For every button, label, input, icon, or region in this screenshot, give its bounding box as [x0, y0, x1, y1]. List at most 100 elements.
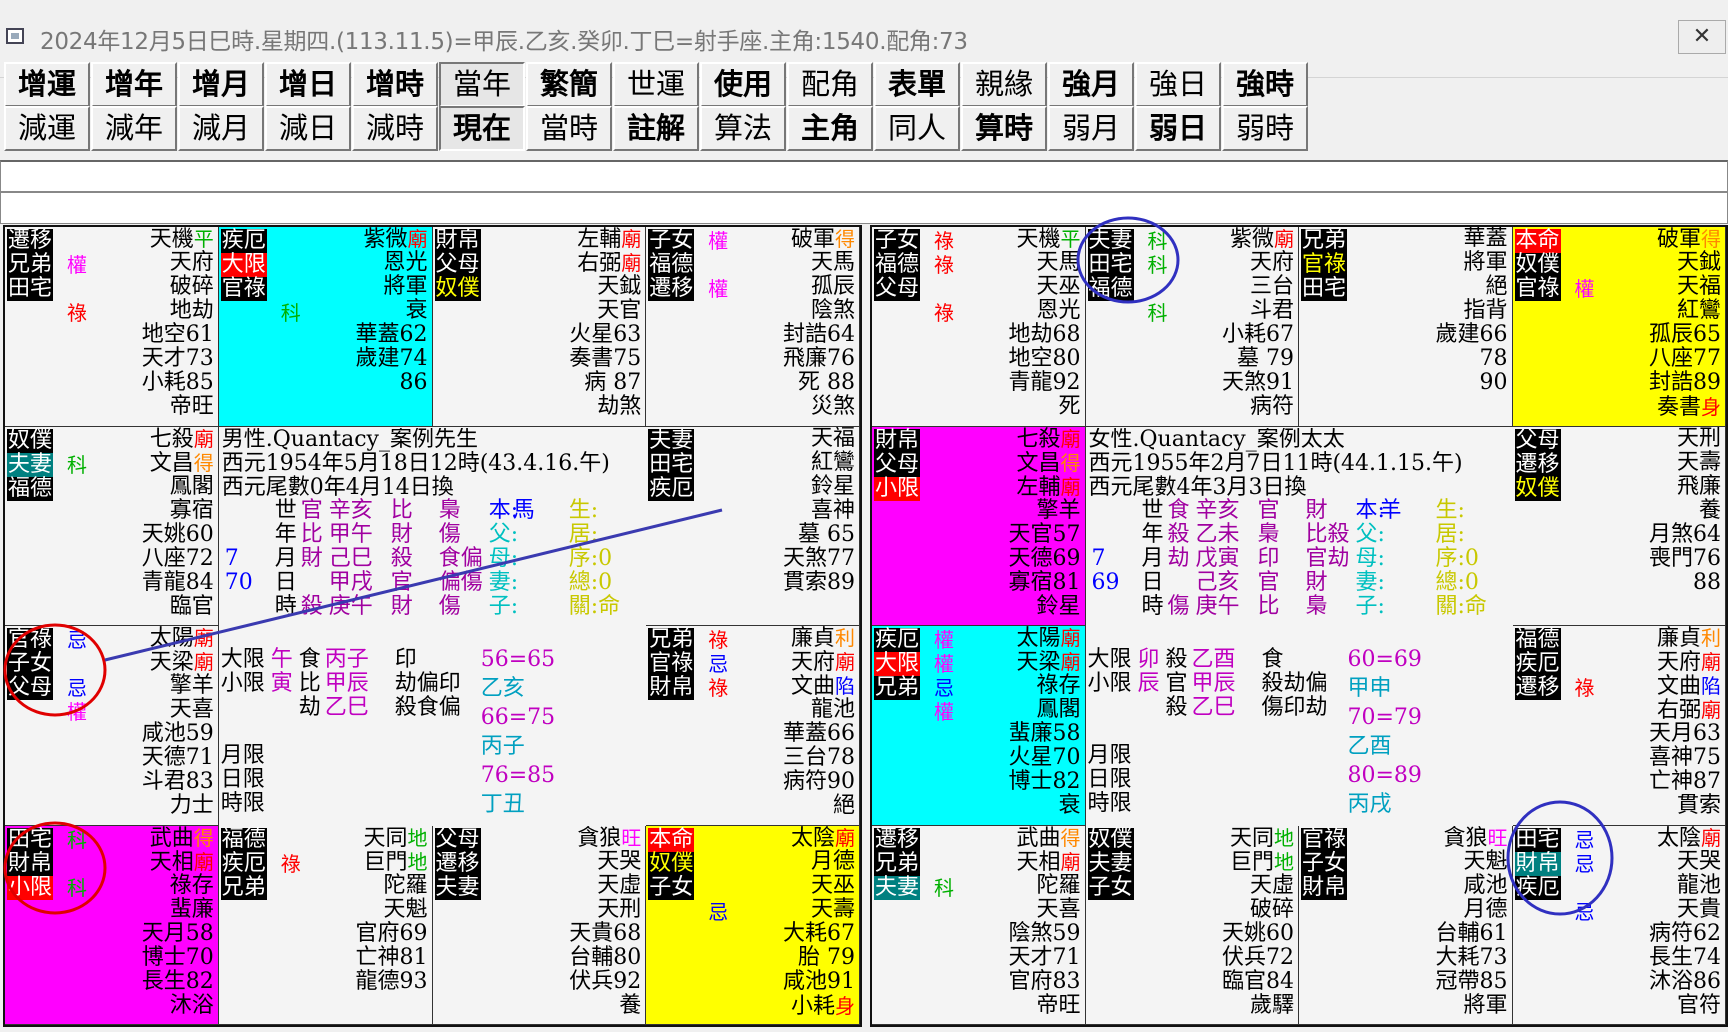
palace-name: 夫妻	[1087, 229, 1143, 253]
toolbar-button[interactable]: 算時	[961, 106, 1047, 151]
palace-cell[interactable]: 夫妻 田宅 福德科科科紫微廟 天府 三台 斗君 小耗67 墓 79 天煞91 病符	[1085, 227, 1299, 427]
toolbar-button[interactable]: 配角	[787, 62, 873, 107]
toolbar-button[interactable]: 繁簡	[526, 62, 612, 107]
toolbar-button[interactable]: 世運	[613, 62, 699, 107]
star-row: 祿存	[1009, 674, 1080, 698]
palace-cell[interactable]: 疾厄 大限 官祿科 紫微廟 恩光 將軍衰華蓋62 歲建74 86	[218, 227, 433, 427]
palace-name-text: 遷移	[648, 276, 695, 301]
toolbar-button[interactable]: 減運	[4, 106, 90, 151]
star-row: 月德	[783, 849, 855, 874]
star-name: 紫微	[363, 227, 408, 252]
star-name: 喜神	[810, 497, 855, 523]
star-name: 鳳閣	[1036, 697, 1081, 722]
toolbar-button[interactable]: 弱時	[1222, 106, 1308, 151]
pillar-cell: 財	[390, 521, 413, 547]
palace-cell[interactable]: 父母 遷移 奴僕 天刑 天壽 飛廉養月煞64 喪門76 88	[1512, 426, 1726, 626]
star-row: 封誥89	[1649, 371, 1721, 395]
star-row: 墓 79	[1222, 347, 1294, 371]
toolbar-button[interactable]: 算法	[700, 106, 786, 151]
pillar-cell: 比	[300, 521, 323, 547]
star-name: 青龍92	[1008, 370, 1081, 395]
toolbar-button[interactable]: 註解	[613, 106, 699, 151]
transform-tags: 科科科	[1146, 229, 1170, 325]
star-row: 紫微廟	[356, 227, 427, 252]
toolbar-button[interactable]: 主角	[787, 106, 873, 151]
palace-name: 遷移	[648, 277, 703, 301]
toolbar-button[interactable]: 增日	[265, 62, 351, 107]
star-row: 八座72	[142, 546, 214, 571]
palace-cell[interactable]: 夫妻 田宅 疾厄 天福 紅鸞 鈴星 喜神墓 65 天煞77 貫索89	[646, 426, 860, 626]
toolbar-button[interactable]: 增運	[4, 62, 90, 107]
toolbar-button[interactable]: 表單	[874, 62, 960, 107]
star-row: 天官	[569, 299, 641, 323]
toolbar-button[interactable]: 增年	[91, 62, 177, 107]
star-name: 亡神87	[1649, 769, 1721, 794]
palace-cell[interactable]: 奴僕 夫妻 福德科 七殺廟 文昌得 鳳閣 寡宿 天姚60 八座72 青龍84 臨官	[5, 426, 219, 626]
palace-cell[interactable]: 田宅 財帛 疾厄忌忌忌太陰廟 天哭 龍池 天貴 病符62 長生74 沐浴86 官符	[1512, 825, 1726, 1025]
toolbar-button[interactable]: 使用	[700, 62, 786, 107]
toolbar-button[interactable]: 減時	[352, 106, 438, 151]
input-line-1[interactable]	[0, 160, 1728, 192]
transform-tag: 忌	[708, 899, 729, 924]
palace-cell[interactable]: 父母 遷移 夫妻 貪狼旺 天哭 天虛 天刑 天貴68 台輔80 伏兵92 養	[432, 825, 647, 1025]
palace-cell[interactable]: 兄弟 官祿 田宅 華蓋 將軍絕指背 歲建66 78 90	[1299, 227, 1513, 427]
palace-cell[interactable]: 遷移 兄弟 夫妻科 武曲得 天相廟 陀羅 天喜 陰煞59 天才71 官府83 帝旺	[872, 825, 1086, 1025]
palace-cell[interactable]: 財帛 父母 小限 七殺廟 文昌得 左輔廟 擎羊 天官57 天德69 寡宿81 鈴星	[872, 426, 1086, 626]
star-row: 天巫	[783, 873, 855, 898]
palace-cell[interactable]: 子女 福德 父母祿祿祿天機平 天馬 天巫 恩光 地劫68 地空80 青龍92 死	[872, 227, 1086, 427]
input-line-2[interactable]	[0, 192, 1728, 224]
star-name: 左輔	[1016, 474, 1061, 500]
toolbar-button[interactable]: 現在	[439, 106, 525, 151]
palace-cell[interactable]: 兄弟 官祿 財帛祿忌祿 廉貞利 天府廟 文曲陷 龍池 華蓋66 三台78 病符90 絕	[646, 626, 860, 826]
star-name: 天壽	[810, 896, 855, 922]
life-label: 總:0	[568, 569, 613, 595]
palace-cell[interactable]: 本命 奴僕 子女忌 太陰廟 月德 天巫 天壽 大耗67 胎 79 咸池91 小耗身	[646, 825, 860, 1025]
toolbar-button[interactable]: 親緣	[961, 62, 1047, 107]
palace-labels: 父母 遷移 夫妻	[434, 827, 490, 900]
star-row: 台輔61	[1436, 921, 1508, 946]
palace-cell[interactable]: 福德 疾厄 兄弟祿 天同地 巨門地 陀羅 天魁 官府69 亡神81 龍德93	[218, 825, 433, 1025]
star-row: 紅鸞	[1649, 299, 1721, 323]
palace-cell[interactable]: 子女 福德 遷移權權破軍得 天馬 孤辰 陰煞 封誥64 飛廉76 死 88 災煞	[646, 227, 860, 427]
toolbar-button[interactable]: 減日	[265, 106, 351, 151]
toolbar-button[interactable]: 當年	[439, 62, 525, 107]
star-name: 喜神75	[1649, 745, 1721, 770]
palace-cell[interactable]: 奴僕 夫妻 子女 天同地 巨門地 天虛 破碎 天姚60 伏兵72 臨官84 歲驛	[1085, 825, 1299, 1025]
toolbar-button[interactable]: 強月	[1048, 62, 1134, 107]
palace-labels: 遷移 兄弟 田宅	[7, 229, 62, 301]
star-brightness: 廟	[1701, 698, 1721, 722]
palace-cell[interactable]: 遷移 兄弟 田宅權祿天機平 天府 破碎 地劫 地空61 天才73 小耗85 帝旺	[5, 227, 219, 427]
star-row: 天巫	[1009, 275, 1080, 299]
close-button[interactable]: ✕	[1678, 20, 1726, 54]
decade-range: 56=65	[480, 647, 556, 672]
palace-name: 財帛	[7, 851, 62, 876]
palace-cell[interactable]: 本命 奴僕 官祿權 破軍得 天鉞 天福 紅鸞 孤辰65 八座77 封誥89 奏書身	[1512, 227, 1726, 427]
toolbar-button[interactable]: 弱月	[1048, 106, 1134, 151]
star-name: 天官57	[1008, 521, 1081, 547]
toolbar-button[interactable]: 增月	[178, 62, 264, 107]
star-list: 天同地 巨門地 天虛 破碎 天姚60 伏兵72 臨官84 歲驛	[1222, 826, 1294, 1018]
toolbar: 增運 增年 增月 增日 增時 當年 繁簡 世運 使用 配角 表單 親緣 強月 強日 強時減運 減年 減月 減日 減時…	[0, 62, 1442, 158]
toolbar-button[interactable]: 弱日	[1135, 106, 1221, 151]
star-row: 災煞	[783, 395, 855, 419]
toolbar-button[interactable]: 強日	[1135, 62, 1221, 107]
star-row: 指背	[1436, 299, 1507, 323]
toolbar-button[interactable]: 強時	[1222, 62, 1308, 107]
star-name: 太陰	[1656, 825, 1701, 851]
star-row: 小耗85	[142, 371, 214, 395]
pillar-cell: 辛亥	[1195, 497, 1240, 523]
palace-cell[interactable]: 田宅 財帛 小限科科武曲得 天相廟 祿存 蜚廉 天月58 博士70 長生82 沐浴	[5, 825, 219, 1025]
toolbar-button[interactable]: 當時	[526, 106, 612, 151]
palace-cell[interactable]: 福德 疾厄 遷移祿 廉貞利 天府廟 文曲陷 右弼廟 天月63 喜神75 亡神87 貫索	[1512, 626, 1726, 826]
palace-name-text: 田宅	[7, 826, 54, 852]
toolbar-button[interactable]: 同人	[874, 106, 960, 151]
palace-labels: 奴僕 夫妻 福德	[7, 428, 62, 501]
toolbar-button[interactable]: 減年	[91, 106, 177, 151]
palace-cell[interactable]: 官祿 子女 父母忌忌權 太陽廟 天梁廟 擎羊 天喜 咸池59 天德71 斗君83 力士	[5, 626, 219, 826]
palace-cell[interactable]: 疾厄 大限 兄弟權權忌權太陽廟 天梁廟 祿存 鳳閣 蜚廉58 火星70 博士82 衰	[872, 626, 1086, 826]
toolbar-button[interactable]: 減月	[178, 106, 264, 151]
toolbar-button[interactable]: 增時	[352, 62, 438, 107]
palace-cell[interactable]: 財帛 父母 奴僕 左輔廟 右弼廟 天鉞 天官 火星63 奏書75 病 87 劫煞	[432, 227, 647, 427]
palace-cell[interactable]: 官祿 子女 財帛 貪狼旺 天魁 咸池 月德 台輔61 大耗73 冠帶85 將軍	[1299, 825, 1513, 1025]
star-name: 天貴	[1676, 896, 1721, 922]
